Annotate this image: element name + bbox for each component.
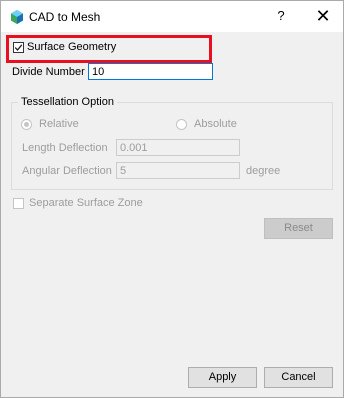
divide-number-input[interactable]: 10 (88, 63, 213, 80)
title-bar[interactable]: CAD to Mesh ? ✕ (1, 1, 343, 32)
cancel-button[interactable]: Cancel (264, 367, 333, 388)
absolute-label[interactable]: Absolute (194, 118, 237, 130)
reset-button[interactable]: Reset (264, 218, 333, 239)
tessellation-group-title: Tessellation Option (18, 96, 117, 108)
help-button[interactable]: ? (271, 8, 291, 26)
radio-selected-dot (24, 122, 29, 127)
separate-surface-zone-label[interactable]: Separate Surface Zone (29, 197, 143, 209)
angular-deflection-label: Angular Deflection (22, 165, 112, 177)
relative-label[interactable]: Relative (39, 118, 79, 130)
window-title: CAD to Mesh (29, 10, 101, 24)
surface-geometry-label[interactable]: Surface Geometry (27, 41, 116, 53)
dialog-content: Surface Geometry Divide Number 10 Tessel… (1, 32, 343, 397)
close-button[interactable]: ✕ (309, 5, 337, 27)
absolute-radio[interactable] (176, 119, 187, 130)
app-icon (11, 10, 23, 24)
divide-number-label: Divide Number (12, 66, 85, 78)
angular-unit-label: degree (246, 165, 281, 177)
surface-geometry-checkbox[interactable] (13, 42, 24, 53)
checkmark-icon (14, 44, 23, 51)
angular-deflection-input[interactable]: 5 (116, 162, 240, 179)
length-deflection-input[interactable]: 0.001 (116, 139, 240, 156)
length-deflection-label: Length Deflection (22, 142, 108, 154)
cad-to-mesh-dialog: CAD to Mesh ? ✕ Surface Geometry Divide … (0, 0, 344, 398)
apply-button[interactable]: Apply (188, 367, 257, 388)
separate-surface-zone-checkbox[interactable] (13, 198, 24, 209)
relative-radio[interactable] (21, 119, 32, 130)
